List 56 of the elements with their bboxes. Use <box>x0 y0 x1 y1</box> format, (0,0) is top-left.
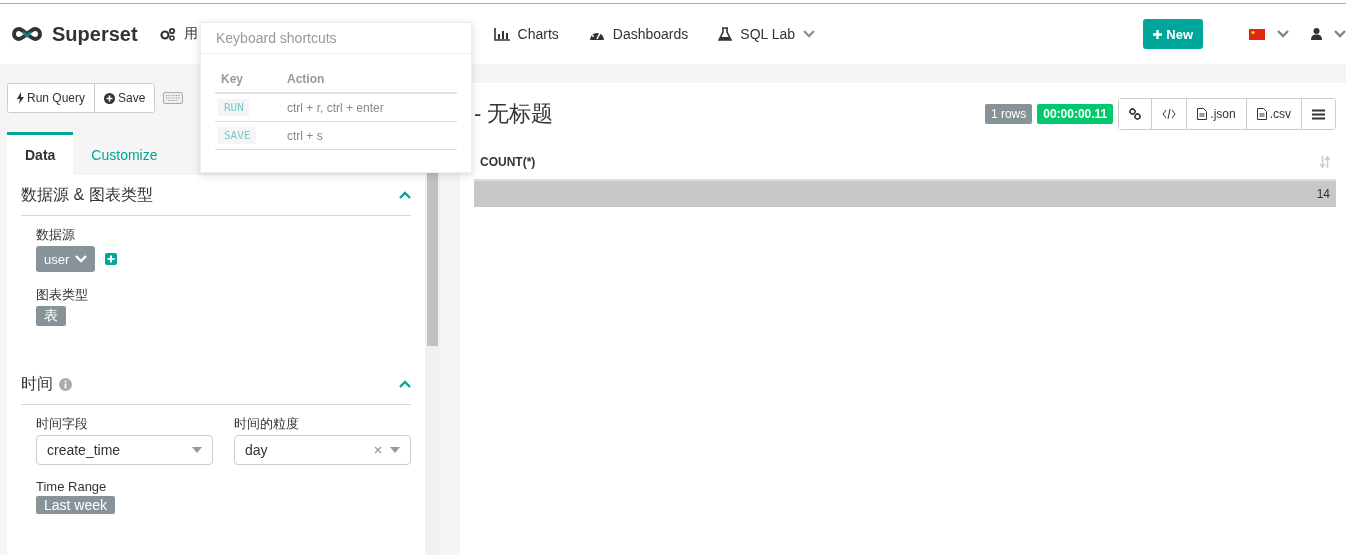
menu-icon <box>1312 108 1325 120</box>
field-label: 数据源 <box>36 226 76 244</box>
link-icon <box>1129 108 1142 120</box>
nav-item[interactable]: Dashboards <box>588 26 689 42</box>
shortcut-key: RUN <box>218 99 249 116</box>
dropdown-arrow-icon <box>192 447 202 453</box>
select-field[interactable]: day <box>234 435 411 465</box>
language-menu[interactable] <box>1249 28 1289 40</box>
plus-circle-icon <box>104 92 116 104</box>
file-icon <box>1256 108 1267 120</box>
user-icon <box>1311 28 1322 40</box>
nav-item[interactable]: SQL Lab <box>718 26 816 42</box>
user-menu[interactable] <box>1311 28 1346 40</box>
field-label: 图表类型 <box>36 286 89 304</box>
caret-down-icon <box>1277 30 1289 38</box>
field-label: 时间字段 <box>36 415 89 433</box>
field-label: Time Range <box>36 479 108 494</box>
file-icon <box>1197 108 1208 120</box>
nav-item[interactable]: Charts <box>493 26 559 42</box>
chart-title[interactable]: - 无标题 <box>474 99 985 129</box>
brand-name[interactable]: Superset <box>52 22 138 46</box>
table-cell: 14 <box>1316 187 1330 201</box>
flask-icon <box>718 27 733 41</box>
code-icon <box>1162 109 1177 119</box>
row-count: 1 rows <box>984 104 1033 124</box>
column-header[interactable]: COUNT(*) <box>480 155 1320 169</box>
flag-icon <box>1249 28 1265 40</box>
menu-button[interactable] <box>1301 99 1335 129</box>
popover-title: Keyboard shortcuts <box>216 30 337 46</box>
field-label: 时间的粒度 <box>234 415 300 433</box>
keyboard-icon[interactable] <box>163 92 184 104</box>
section-title: 时间 <box>21 373 53 394</box>
clear-icon[interactable] <box>374 446 382 454</box>
select-field[interactable]: create_time <box>36 435 213 465</box>
caret-up-icon <box>399 380 411 388</box>
shortcut-action: ctrl + r, ctrl + enter <box>287 100 385 115</box>
nav-item[interactable]: 用 <box>159 25 198 43</box>
plus-icon <box>1153 29 1163 39</box>
caret-down-icon <box>1334 30 1346 38</box>
shortcut-key: SAVE <box>218 127 256 144</box>
caret-down-icon <box>75 255 88 263</box>
query-duration: 00:00:00.11 <box>1037 104 1114 124</box>
dropdown-arrow-icon <box>390 447 400 453</box>
column-header: Action <box>287 72 326 86</box>
caret-down-icon <box>803 30 816 38</box>
logo-icon[interactable] <box>10 26 44 42</box>
save-button[interactable]: Save <box>94 84 155 112</box>
lightning-icon <box>17 92 24 104</box>
gears-icon <box>159 27 176 41</box>
bar-chart-icon <box>493 27 510 41</box>
column-header: Key <box>220 72 244 86</box>
shortcut-action: ctrl + s <box>287 128 324 143</box>
caret-up-icon <box>399 191 411 199</box>
add-icon[interactable] <box>105 253 118 265</box>
tab[interactable]: Data <box>7 132 74 175</box>
section-title: 数据源 & 图表类型 <box>21 184 153 205</box>
